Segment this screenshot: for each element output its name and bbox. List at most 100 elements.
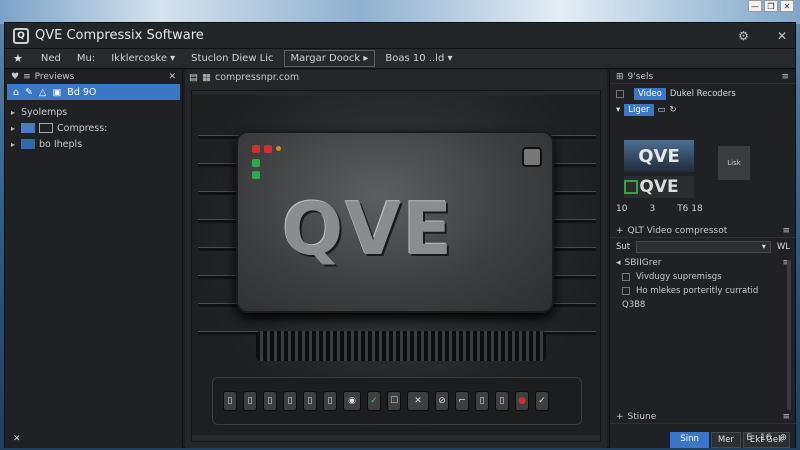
key: ⊘ [435,391,449,411]
close-icon[interactable]: ✕ [780,0,794,12]
menu-item-ned[interactable]: Ned [35,51,67,66]
checkbox[interactable] [616,90,624,98]
key: ✓ [367,391,381,411]
add-icon[interactable]: + [616,412,624,422]
section-title: Stiune [627,411,657,422]
menu-icon[interactable]: ≡ [23,72,31,82]
maximize-icon[interactable]: ❐ [764,0,778,12]
globe-icon[interactable]: ⊕ [779,433,787,443]
menu-bar: ★ Ned Mu: Ikklercoske ▾ Stuclon Diew Lic… [5,49,795,69]
close-icon[interactable]: ✕ [168,72,176,82]
preview-tab-label[interactable]: compressnpr.com [215,72,299,83]
menu-item-boas[interactable]: Boas 10 ..ld ▾ [379,51,458,66]
hardware-cabinet: QVE ▯ ▯ ▯ ▯ ▯ ▯ ◉ ✓ ☐ ✕ ⊘ ⌐ ▯ ▯ ● ✓ [192,95,600,435]
checkbox-row[interactable]: Vivdugy supremisgs [610,270,796,284]
minimize-icon[interactable]: — [748,0,762,12]
system-window-buttons: — ❐ ✕ [748,0,794,14]
app-logo-icon: Q [13,27,29,44]
codec-dropdown[interactable]: Sut ▾ WL [610,238,796,256]
status-e: E [746,433,752,443]
tab-video[interactable]: Video [634,88,666,100]
grid-icon: ▦ [201,71,211,83]
window-title: QVE Compressix Software [35,28,204,43]
subtab-liger[interactable]: Liger [624,104,654,116]
tree-item-label: Compress: [57,122,108,134]
chevron-right-icon[interactable]: ▸ [11,140,21,149]
thumbnail-1[interactable]: QVE [624,140,694,172]
collapse-icon[interactable]: ◂ [616,258,621,268]
vent-grille [256,331,546,361]
key: ⌐ [455,391,469,411]
info-row: Q3B8 [610,298,796,312]
left-toolbar[interactable]: ⌂ ✎ △ ▣ Bd 9O [7,84,180,100]
menu-icon[interactable]: ≡ [782,412,790,422]
menu-item-margar[interactable]: Margar Doock ▸ [283,50,376,67]
tree-item-syolemps[interactable]: ▸ Syolemps [5,104,182,120]
key: ● [515,391,529,411]
key: ▯ [243,391,257,411]
key: ▯ [263,391,277,411]
toolbar-label: Bd 9O [67,86,97,98]
key: ✓ [535,391,549,411]
corner-q-icon [522,147,542,167]
menu-icon[interactable]: ≡ [782,226,790,236]
preview-area: ▤ ▦ compressnpr.com QVE ▯ ▯ ▯ ▯ ▯ ▯ ◉ ✓ … [185,70,607,448]
key: ▯ [223,391,237,411]
section-header: + Stiune ≡ [610,410,796,424]
settings-icon[interactable]: ⚙ [738,29,749,43]
app-window: Q QVE Compressix Software ⚙ ✕ ★ Ned Mu: … [4,22,796,448]
led-red-1 [252,145,260,153]
thumbnail-3[interactable]: Lisk [718,146,750,180]
star-icon[interactable]: ★ [13,52,23,65]
checkbox-row[interactable]: Ho mlekes porteritly curratid [610,284,796,298]
chevron-right-icon[interactable]: ▸ [11,108,21,117]
section-header: + QLT Video compressot ≡ [610,224,796,238]
close-window-icon[interactable]: ✕ [777,29,787,43]
refresh-icon[interactable]: ↻ [670,105,677,115]
led-green-1 [252,159,260,167]
key: ▯ [475,391,489,411]
checkbox-label: Vivdugy supremisgs [636,272,722,282]
key: ▯ [303,391,317,411]
menu-item-mu[interactable]: Mu: [71,51,101,66]
menu-icon[interactable]: ≡ [781,72,789,82]
key: ▯ [283,391,297,411]
key: ▯ [323,391,337,411]
checkbox[interactable] [622,273,630,281]
expand-icon[interactable]: ▾ [616,105,620,115]
tree-toggle-icon[interactable]: ⊞ [616,72,624,82]
tab-dukel-recoders[interactable]: Dukel Recoders [670,89,736,99]
led-green-2 [252,171,260,179]
title-bar: Q QVE Compressix Software ⚙ ✕ [5,23,795,49]
dropdown-select[interactable]: ▾ [636,241,771,253]
add-icon[interactable]: + [616,226,624,236]
tree-item-label: bo Ihepls [39,138,83,150]
menu-item-ikklercoske[interactable]: Ikklercoske ▾ [105,51,181,66]
scrollbar[interactable] [787,260,791,410]
preview-image: QVE ▯ ▯ ▯ ▯ ▯ ▯ ◉ ✓ ☐ ✕ ⊘ ⌐ ▯ ▯ ● ✓ [191,90,601,442]
checkbox[interactable] [622,287,630,295]
tree-item-compress[interactable]: ▸ Compress: [5,120,182,136]
chevron-right-icon[interactable]: ▸ [11,124,21,133]
right-panel: ⊞ 9'sels ≡ Video Dukel Recoders ▾ Liger … [609,70,796,448]
rp-tabs: Video Dukel Recoders [610,84,795,104]
subsection-header: ◂ SBIIGrer ≡ [610,256,796,270]
tree-item-label: Syolemps [21,106,68,118]
preview-icon[interactable]: ▣ [52,87,61,98]
tree-item-helps[interactable]: ▸ bo Ihepls [5,136,182,152]
green-frame-icon [624,180,638,194]
pin-icon[interactable]: ✎ [25,87,33,98]
heart-icon: ♥ [11,72,20,82]
dropdown-label: Sut [616,242,631,252]
home-icon[interactable]: ⌂ [13,87,19,98]
front-panel: QVE [236,131,554,313]
status-bar: E 16 ⊕ [609,427,795,449]
status-16: 16 [760,433,772,443]
qve-logo: QVE [282,187,455,271]
menu-item-stuclon[interactable]: Stuclon Diew Lic [185,51,279,66]
thumb-stats: 10 3 T6 18 [616,204,703,214]
right-panel-title: 9'sels [627,71,654,82]
led-red-2 [264,145,272,153]
triangle-icon[interactable]: △ [39,87,46,98]
rp-subtabs: ▾ Liger ▭ ↻ [610,104,795,120]
